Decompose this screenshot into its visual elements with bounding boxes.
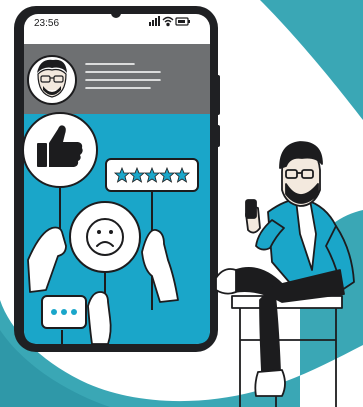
phone-in-hand (245, 199, 257, 219)
status-time: 23:56 (34, 18, 59, 29)
man-sitting-on-chair (215, 141, 355, 407)
sad-face-icon (86, 218, 124, 256)
man-head (279, 141, 323, 207)
chat-ellipsis-icon (51, 309, 77, 315)
feedback-illustration: 23:56 (0, 0, 363, 407)
